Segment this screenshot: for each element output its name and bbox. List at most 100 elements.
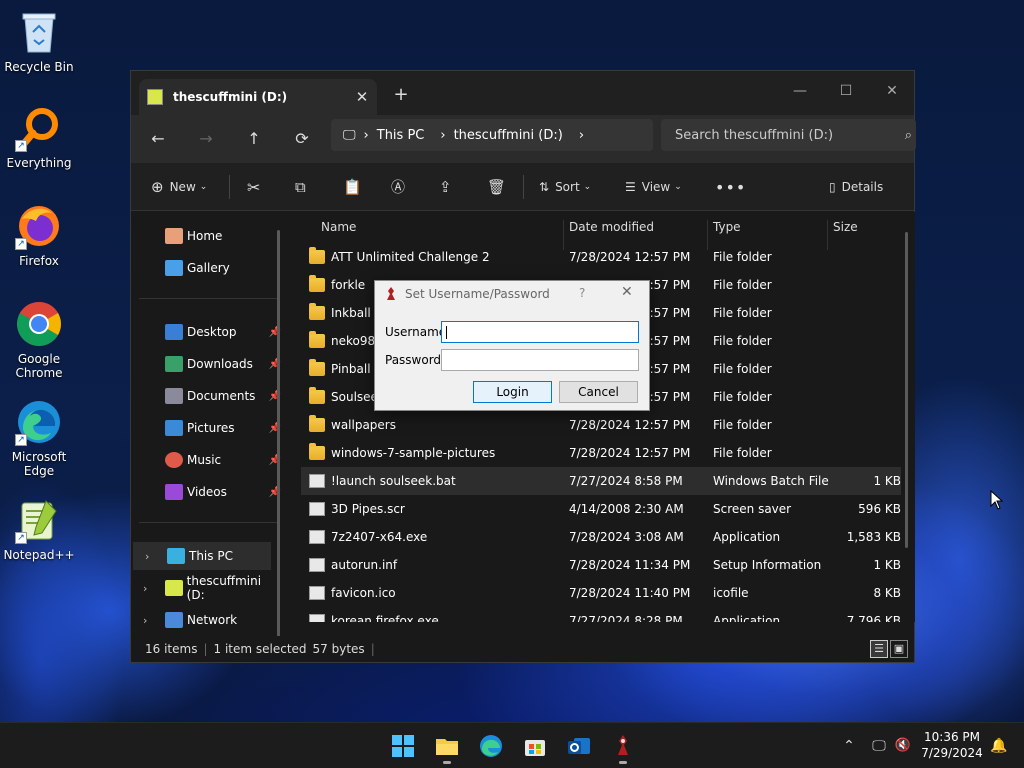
cut-icon[interactable]: ✂ — [247, 175, 260, 199]
sidebar-item-music[interactable]: Music 📌 — [131, 446, 281, 474]
cell-type: File folder — [713, 418, 772, 432]
more-options-icon[interactable]: ••• — [715, 175, 746, 199]
desktop-icon-chrome[interactable]: Google Chrome — [4, 300, 74, 380]
sidebar-item-label: Gallery — [187, 261, 230, 275]
login-button[interactable]: Login — [473, 381, 552, 403]
set-username-password-dialog: Set Username/Password ? ✕ Username Passw… — [374, 280, 650, 411]
navigation-pane: Home Gallery Desktop 📌 Downloads 📌 Documen… — [131, 212, 289, 642]
table-row[interactable]: wallpapers 7/28/2024 12:57 PM File folder — [301, 411, 901, 439]
forward-button[interactable]: → — [191, 125, 221, 153]
details-view-icon[interactable]: ☰ — [870, 640, 888, 658]
notepad-plus-plus-icon: ↗ — [15, 496, 63, 544]
notification-bell-icon[interactable]: 🔔 — [986, 733, 1012, 759]
sidebar-item-home[interactable]: Home — [131, 222, 281, 250]
outlook-taskbar-icon[interactable] — [566, 733, 592, 759]
sidebar-scrollbar[interactable] — [277, 230, 280, 640]
username-field[interactable] — [441, 321, 639, 343]
copy-icon[interactable]: ⧉ — [295, 175, 306, 199]
table-row[interactable]: ATT Unlimited Challenge 2 7/28/2024 12:57… — [301, 243, 901, 271]
column-size[interactable]: Size — [833, 220, 858, 234]
cancel-button[interactable]: Cancel — [559, 381, 638, 403]
file-explorer-taskbar-icon[interactable] — [434, 733, 460, 764]
chevron-right-icon[interactable]: › — [145, 550, 149, 563]
table-row[interactable]: autorun.inf 7/28/2024 11:34 PM Setup Infor… — [301, 551, 901, 579]
network-tray-icon[interactable]: 🖵 — [866, 733, 892, 759]
chevron-right-icon[interactable]: › — [143, 582, 147, 595]
refresh-button[interactable]: ⟳ — [287, 125, 317, 153]
table-row[interactable]: favicon.ico 7/28/2024 11:40 PM icofile 8 KB — [301, 579, 901, 607]
edge-taskbar-icon[interactable] — [478, 733, 504, 759]
minimize-button[interactable]: — — [777, 77, 823, 105]
breadcrumb-drive[interactable]: thescuffmini (D:) — [454, 128, 563, 143]
desktop-icon-firefox[interactable]: ↗ Firefox — [4, 202, 74, 268]
breadcrumb-this-pc[interactable]: This PC — [377, 128, 425, 143]
close-window-button[interactable]: ✕ — [869, 77, 915, 105]
plus-circle-icon: ⊕ — [151, 178, 164, 196]
soulseek-taskbar-icon[interactable] — [610, 733, 636, 764]
explorer-tab[interactable]: thescuffmini (D:) ✕ — [139, 79, 377, 115]
address-bar[interactable]: 🖵 › This PC › thescuffmini (D:) › — [331, 119, 653, 151]
table-row[interactable]: 7z2407-x64.exe 7/28/2024 3:08 AM Applicati… — [301, 523, 901, 551]
sidebar-item-this-pc[interactable]: › This PC — [133, 542, 271, 570]
file-icon — [309, 502, 325, 516]
desktop-icon-edge[interactable]: ↗ Microsoft Edge — [4, 398, 74, 478]
folder-icon — [309, 387, 325, 404]
sort-button[interactable]: ⇅ Sort ⌄ — [539, 175, 591, 199]
monitor-icon: 🖵 — [343, 127, 356, 143]
music-icon — [165, 452, 183, 468]
back-button[interactable]: ← — [143, 125, 173, 153]
chevron-right-icon[interactable]: › — [143, 614, 147, 627]
view-button[interactable]: ☰ View ⌄ — [625, 175, 682, 199]
column-name[interactable]: Name — [321, 220, 356, 234]
sidebar-item-gallery[interactable]: Gallery — [131, 254, 281, 282]
clock[interactable]: 10:36 PM 7/29/2024 — [920, 729, 984, 761]
search-input[interactable]: Search thescuffmini (D:) ⌕ — [661, 119, 916, 151]
password-field[interactable] — [441, 349, 639, 371]
store-taskbar-icon[interactable] — [522, 733, 548, 759]
table-row[interactable]: !launch soulseek.bat 7/27/2024 8:58 PM Win… — [301, 467, 901, 495]
sidebar-item-drive[interactable]: › thescuffmini (D: — [131, 574, 281, 602]
chevron-up-icon[interactable]: ⌃ — [836, 733, 862, 759]
details-button[interactable]: ▯ Details — [829, 175, 883, 199]
new-button[interactable]: ⊕ New ⌄ — [151, 175, 207, 199]
help-button[interactable]: ? — [579, 286, 585, 300]
sidebar-item-desktop[interactable]: Desktop 📌 — [131, 318, 281, 346]
cell-type: Application — [713, 530, 781, 544]
selection-size: 57 bytes — [312, 642, 365, 656]
sidebar-item-downloads[interactable]: Downloads 📌 — [131, 350, 281, 378]
sidebar-item-pictures[interactable]: Pictures 📌 — [131, 414, 281, 442]
cell-type: File folder — [713, 250, 772, 264]
new-tab-button[interactable]: + — [387, 83, 415, 107]
desktop-icon-recycle-bin[interactable]: Recycle Bin — [4, 8, 74, 74]
sidebar-item-documents[interactable]: Documents 📌 — [131, 382, 281, 410]
column-type[interactable]: Type — [713, 220, 741, 234]
sidebar-item-network[interactable]: › Network — [131, 606, 281, 634]
sidebar-item-label: This PC — [189, 549, 233, 563]
cell-type: Screen saver — [713, 502, 792, 516]
close-tab-icon[interactable]: ✕ — [347, 88, 377, 106]
close-dialog-icon[interactable]: ✕ — [621, 284, 633, 300]
table-row[interactable]: windows-7-sample-pictures 7/28/2024 12:57… — [301, 439, 901, 467]
file-icon — [309, 614, 325, 622]
desktop-icon-notepad[interactable]: ↗ Notepad++ — [3, 496, 75, 562]
delete-icon[interactable]: 🗑 — [487, 175, 506, 199]
up-button[interactable]: ↑ — [239, 125, 269, 153]
paste-icon[interactable]: 📋 — [343, 175, 362, 199]
cell-date: 7/28/2024 12:57 PM — [569, 446, 691, 460]
sidebar-item-videos[interactable]: Videos 📌 — [131, 478, 281, 506]
cell-size: 1 KB — [873, 474, 901, 488]
column-date[interactable]: Date modified — [569, 220, 654, 234]
table-row[interactable]: korean firefox.exe 7/27/2024 8:28 PM Appli… — [301, 607, 901, 622]
file-list: Name ^ Date modified Type Size ATT Unlim… — [291, 212, 915, 622]
videos-icon — [165, 484, 183, 500]
cell-size: 596 KB — [858, 502, 901, 516]
maximize-button[interactable]: ☐ — [823, 77, 869, 105]
rename-icon[interactable]: Ⓐ — [391, 175, 405, 199]
tiles-view-icon[interactable]: ▣ — [890, 640, 908, 658]
share-icon[interactable]: ⇪ — [439, 175, 452, 199]
desktop-icon-everything[interactable]: ↗ Everything — [4, 104, 74, 170]
list-scrollbar[interactable] — [905, 232, 908, 548]
start-windows-icon[interactable] — [390, 733, 416, 759]
table-row[interactable]: 3D Pipes.scr 4/14/2008 2:30 AM Screen save… — [301, 495, 901, 523]
volume-muted-icon[interactable]: 🔇 — [890, 733, 916, 759]
